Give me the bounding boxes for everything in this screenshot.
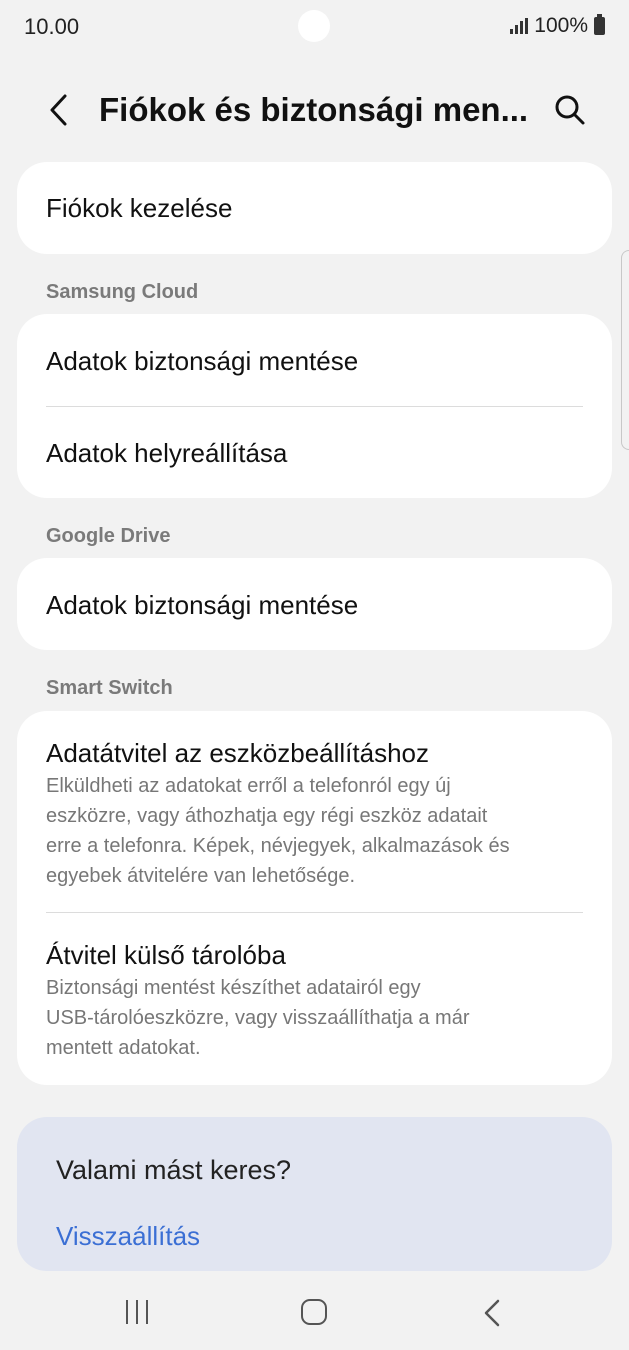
description-line: egyebek átvitelére van lehetősége. — [46, 865, 356, 887]
suggestion-card: Valami mást keres? Visszaállítás — [17, 1117, 612, 1271]
description-line: erre a telefonra. Képek, névjegyek, alka… — [46, 835, 510, 857]
status-indicators: 100% — [510, 14, 605, 38]
home-button[interactable] — [301, 1299, 327, 1325]
status-time: 10.00 — [24, 14, 80, 39]
google-drive-backup-label: Adatok biztonsági mentése — [46, 590, 359, 620]
description-line: Biztonsági mentést készíthet adatairól e… — [46, 977, 421, 999]
page-title: Fiókok és biztonsági men... — [99, 91, 529, 128]
reset-link[interactable]: Visszaállítás — [56, 1221, 200, 1252]
external-storage-title: Átvitel külső tárolóba — [46, 940, 286, 970]
samsung-cloud-backup-label: Adatok biztonsági mentése — [46, 346, 359, 376]
samsung-cloud-card: Adatok biztonsági mentése Adatok helyreá… — [17, 314, 612, 498]
navigation-bar — [0, 1280, 629, 1350]
camera-cutout — [298, 10, 330, 42]
device-transfer-description: Elküldheti az adatokat erről a telefonró… — [46, 771, 583, 891]
description-line: USB-tárolóeszközre, vagy visszaállíthatj… — [46, 1007, 470, 1029]
description-line: Elküldheti az adatokat erről a telefonró… — [46, 775, 451, 797]
google-drive-card: Adatok biztonsági mentése — [17, 558, 612, 650]
section-label-smart-switch: Smart Switch — [46, 677, 173, 699]
manage-accounts-item[interactable]: Fiókok kezelése — [46, 192, 583, 224]
divider — [46, 406, 583, 407]
description-line: mentett adatokat. — [46, 1037, 201, 1059]
back-button[interactable] — [40, 90, 80, 130]
smart-switch-card: Adatátvitel az eszközbeállításhoz Elküld… — [17, 711, 612, 1085]
samsung-cloud-restore-item[interactable]: Adatok helyreállítása — [46, 437, 583, 469]
manage-accounts-label: Fiókok kezelése — [46, 193, 233, 223]
google-drive-backup-item[interactable]: Adatok biztonsági mentése — [46, 589, 583, 621]
chevron-left-icon — [50, 94, 67, 126]
device-transfer-title: Adatátvitel az eszközbeállításhoz — [46, 738, 429, 768]
back-icon — [484, 1299, 500, 1327]
scroll-indicator[interactable] — [621, 250, 629, 450]
battery-percent: 100% — [534, 14, 588, 37]
status-bar: 10.00 100% — [0, 0, 629, 54]
recent-apps-button[interactable] — [126, 1300, 156, 1326]
samsung-cloud-restore-label: Adatok helyreállítása — [46, 438, 288, 468]
signal-icon — [510, 18, 529, 34]
section-label-samsung-cloud: Samsung Cloud — [46, 281, 199, 303]
device-transfer-item[interactable]: Adatátvitel az eszközbeállításhoz Elküld… — [46, 737, 583, 891]
manage-accounts-card[interactable]: Fiókok kezelése — [17, 162, 612, 254]
nav-back-button[interactable] — [480, 1298, 504, 1328]
external-storage-description: Biztonsági mentést készíthet adatairól e… — [46, 973, 583, 1063]
search-button[interactable] — [552, 92, 588, 128]
external-storage-item[interactable]: Átvitel külső tárolóba Biztonsági mentés… — [46, 939, 583, 1063]
section-label-google-drive: Google Drive — [46, 525, 171, 547]
divider — [46, 912, 583, 913]
description-line: eszközre, vagy áthozhatja egy régi eszkö… — [46, 805, 488, 827]
suggestion-title: Valami mást keres? — [56, 1155, 292, 1185]
app-header: Fiókok és biztonsági men... — [0, 80, 629, 140]
battery-icon — [594, 14, 605, 35]
search-icon — [555, 95, 585, 125]
samsung-cloud-backup-item[interactable]: Adatok biztonsági mentése — [46, 345, 583, 377]
